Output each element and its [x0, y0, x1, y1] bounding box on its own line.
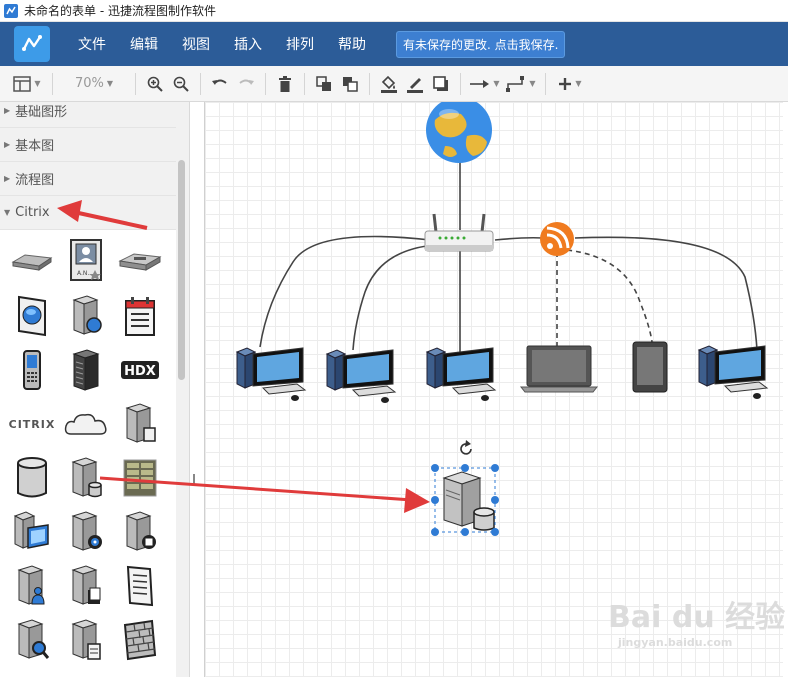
shadow-icon[interactable]	[428, 71, 454, 97]
server-globe-icon[interactable]	[64, 294, 108, 338]
router-icon[interactable]	[424, 213, 494, 252]
server-notepad-icon[interactable]	[64, 618, 108, 662]
datacenter-server-icon[interactable]	[64, 348, 108, 392]
zoom-select[interactable]: 70% ▼	[59, 76, 129, 91]
toolbar-divider	[265, 72, 266, 95]
citrix-logo-text: CITRIX	[8, 417, 56, 431]
calendar-icon[interactable]	[118, 294, 162, 338]
menu-help[interactable]: 帮助	[338, 34, 366, 54]
app-icon	[4, 3, 18, 18]
waypoint-icon[interactable]: ▼	[503, 71, 539, 97]
database-server-selected[interactable]	[442, 471, 495, 531]
globe-icon[interactable]	[426, 102, 492, 163]
watermark-sub: jingyan.baidu.com	[618, 636, 733, 649]
server-app-icon[interactable]	[118, 510, 162, 554]
window-title: 未命名的表单 - 迅捷流程图制作软件	[24, 4, 216, 18]
server-user-icon[interactable]	[10, 564, 54, 608]
redo-icon[interactable]	[233, 71, 259, 97]
delete-icon[interactable]	[272, 71, 298, 97]
category-label: 基本图	[15, 139, 55, 154]
rack-appliance-icon[interactable]	[118, 240, 162, 284]
zoom-in-icon[interactable]	[142, 71, 168, 97]
category-label: 流程图	[15, 173, 55, 188]
hdx-label: HDX	[124, 364, 156, 379]
chevron-right-icon: ▶	[4, 106, 11, 115]
desktop-computer-4[interactable]	[697, 345, 769, 399]
tablet-icon[interactable]	[632, 341, 668, 393]
watermark-main: Bai du 经验	[608, 600, 786, 635]
toolbar-divider	[304, 72, 305, 95]
desktop-server-icon[interactable]	[10, 510, 54, 554]
fill-color-icon[interactable]	[376, 71, 402, 97]
toolbar-divider	[545, 72, 546, 95]
connection-arrow-icon[interactable]: ▼	[467, 71, 503, 97]
connector-lines[interactable]	[259, 160, 758, 352]
menu-insert[interactable]: 插入	[234, 34, 262, 54]
desktop-computer-3[interactable]	[425, 347, 497, 401]
server-disc-icon[interactable]	[64, 510, 108, 554]
undo-icon[interactable]	[207, 71, 233, 97]
server-search-icon[interactable]	[10, 618, 54, 662]
category-label: Citrix	[15, 205, 50, 220]
laptop-icon[interactable]	[519, 345, 599, 393]
menu-view[interactable]: 视图	[182, 34, 210, 54]
database-icon[interactable]	[10, 456, 54, 500]
category-citrix[interactable]: ▼ Citrix	[0, 196, 176, 230]
hdx-icon[interactable]: HDX	[118, 348, 162, 392]
unsaved-changes-button[interactable]: 有未保存的更改. 点击我保存.	[396, 30, 566, 58]
category-basic-shapes[interactable]: ▶ 基础图形	[0, 102, 176, 128]
toolbar-divider	[200, 72, 201, 95]
baidu-watermark: Bai du 经验 jingyan.baidu.com	[608, 592, 785, 649]
toolbar-divider	[460, 72, 461, 95]
netscaler-icon[interactable]	[10, 240, 54, 284]
toolbar-divider	[369, 72, 370, 95]
chevron-right-icon: ▶	[4, 174, 11, 183]
title-bar: 未命名的表单 - 迅捷流程图制作软件	[0, 0, 788, 22]
category-label: 基础图形	[15, 105, 68, 120]
sidebar-scrollbar[interactable]	[178, 160, 185, 380]
menu-arrange[interactable]: 排列	[286, 34, 314, 54]
page-layout-icon[interactable]: ▼	[8, 71, 46, 97]
sidebar-resize-handle[interactable]	[193, 474, 195, 484]
shape-library-sidebar: ▶ 基础图形 ▶ 基本图 ▶ 流程图 ▼ Citrix A.N. HDX CIT…	[0, 102, 190, 677]
toolbar: ▼ 70% ▼ ▼ ▼ ▼	[0, 66, 788, 102]
web-browser-icon[interactable]	[10, 294, 54, 338]
chevron-down-icon: ▼	[106, 79, 114, 88]
diagram-canvas[interactable]	[205, 102, 783, 677]
menu-file[interactable]: 文件	[78, 34, 106, 54]
svg-text:A.N.: A.N.	[77, 270, 89, 277]
database-server-icon[interactable]	[64, 456, 108, 500]
mobile-phone-icon[interactable]	[10, 348, 54, 392]
cloud-icon[interactable]	[62, 402, 110, 446]
document-icon[interactable]	[118, 564, 162, 608]
citrix-logo-icon[interactable]: CITRIX	[8, 402, 56, 446]
to-back-icon[interactable]	[337, 71, 363, 97]
desktop-computer-1[interactable]	[235, 347, 307, 401]
rotate-handle-icon[interactable]	[460, 440, 472, 455]
server-document-icon[interactable]	[118, 402, 162, 446]
menu-edit[interactable]: 编辑	[130, 34, 158, 54]
menu-bar: 文件 编辑 视图 插入 排列 帮助 有未保存的更改. 点击我保存.	[0, 22, 788, 66]
dashed-connectors[interactable]	[556, 249, 653, 346]
firewall-icon[interactable]	[118, 618, 162, 662]
category-basic-diagrams[interactable]: ▶ 基本图	[0, 128, 176, 162]
insert-plus-icon[interactable]: ▼	[552, 71, 588, 97]
rss-icon[interactable]	[540, 222, 574, 256]
id-badge-icon[interactable]: A.N.	[64, 238, 108, 282]
toolbar-divider	[52, 72, 53, 95]
category-flowchart[interactable]: ▶ 流程图	[0, 162, 176, 196]
toolbar-divider	[135, 72, 136, 95]
app-window: 未命名的表单 - 迅捷流程图制作软件 文件 编辑 视图 插入 排列 帮助 有未保…	[0, 0, 788, 677]
server-rack-icon[interactable]	[118, 456, 162, 500]
app-logo-icon[interactable]	[14, 26, 50, 62]
server-files-icon[interactable]	[64, 564, 108, 608]
line-color-icon[interactable]	[402, 71, 428, 97]
chevron-down-icon: ▼	[4, 208, 11, 217]
chevron-right-icon: ▶	[4, 140, 11, 149]
desktop-computer-2[interactable]	[325, 349, 397, 403]
zoom-out-icon[interactable]	[168, 71, 194, 97]
zoom-value: 70%	[74, 76, 104, 91]
to-front-icon[interactable]	[311, 71, 337, 97]
